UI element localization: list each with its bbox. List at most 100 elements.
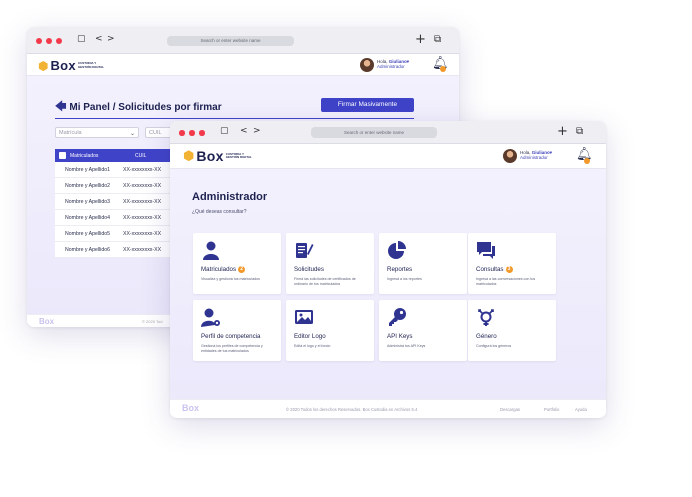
- back-icon[interactable]: <: [240, 127, 248, 136]
- tabs-icon[interactable]: ⧉: [576, 127, 583, 137]
- page-title-text: Mi Panel / Solicitudes por firmar: [69, 102, 222, 113]
- tabs-icon[interactable]: ⧉: [434, 35, 441, 45]
- row-name: Nombre y Apellido6: [65, 247, 110, 253]
- browser-titlebar: ▢ < > Search or enter website name + ⧉: [170, 121, 606, 144]
- sidebar-icon[interactable]: ▢: [77, 35, 86, 44]
- pie-chart-icon: [388, 241, 406, 259]
- card-description: Gestioná los perfiles de competencia y e…: [201, 344, 263, 353]
- url-bar[interactable]: Search or enter website name: [167, 36, 294, 46]
- forward-icon[interactable]: >: [107, 35, 115, 44]
- page-subtitle: ¿Qué deseas consultar?: [192, 209, 247, 215]
- card-title-text: Editor Logo: [294, 333, 326, 340]
- row-name: Nombre y Apellido2: [65, 183, 110, 189]
- box-logo[interactable]: ⬢ Box CUSTODIA Y GESTIÓN DIGITAL: [38, 58, 104, 73]
- avatar[interactable]: [503, 149, 517, 163]
- select-value: Matrícula: [59, 130, 82, 136]
- user-menu[interactable]: Hola, Giuliano▾ Administrador: [377, 59, 409, 69]
- column-header-cuil[interactable]: CUIL: [135, 153, 146, 159]
- card-api-keys[interactable]: API Keys Administrá tus API Keys: [379, 300, 467, 361]
- row-cuil: XX-xxxxxxxx-XX: [123, 215, 162, 221]
- card-title: Género: [476, 333, 497, 340]
- card-description: Ingresá a las conversaciones con tus mat…: [476, 277, 536, 286]
- avatar[interactable]: [360, 58, 374, 72]
- brand-name: Box: [50, 58, 76, 73]
- footer-link-descargas[interactable]: Descargas: [500, 407, 520, 412]
- row-name: Nombre y Apellido1: [65, 167, 110, 173]
- card-title-text: Matriculados: [201, 266, 237, 273]
- footer-link-portfolio[interactable]: Portfolio: [544, 407, 559, 412]
- card-title-text: Género: [476, 333, 497, 340]
- card-description: Configurá los géneros: [476, 344, 512, 348]
- brand-tagline-2: GESTIÓN DIGITAL: [225, 155, 252, 159]
- maximize-dot[interactable]: [199, 130, 205, 136]
- card-description: Administrá tus API Keys: [387, 344, 426, 348]
- card-title-text: Perfil de competencia: [201, 333, 261, 340]
- maximize-dot[interactable]: [56, 38, 62, 44]
- footer-logo: Box: [39, 317, 55, 326]
- card-title: Matriculados 2: [201, 266, 246, 273]
- card-reportes[interactable]: Reportes Ingresá a los reportes: [379, 233, 467, 294]
- footer-copyright: © 2020 Todos los derechos Reservados. Bo…: [286, 407, 418, 412]
- card-title: Reportes: [387, 266, 412, 273]
- card-consultas[interactable]: Consultas 3 Ingresá a las conversaciones …: [468, 233, 556, 294]
- row-name: Nombre y Apellido4: [65, 215, 110, 221]
- gender-icon: [478, 309, 494, 326]
- notification-badge: [584, 158, 590, 164]
- matricula-select[interactable]: Matrícula ⌄: [55, 127, 139, 138]
- row-name: Nombre y Apellido5: [65, 231, 110, 237]
- arrow-left-icon[interactable]: 🡄: [55, 98, 66, 117]
- back-icon[interactable]: <: [95, 35, 103, 44]
- card-title-text: Reportes: [387, 266, 413, 273]
- browser-titlebar: ▢ < > Search or enter website name + ⧉: [27, 27, 459, 54]
- close-dot[interactable]: [179, 130, 185, 136]
- cube-logo-icon: ⬢: [183, 148, 195, 164]
- row-cuil: XX-xxxxxxxx-XX: [123, 183, 162, 189]
- card-editor-logo[interactable]: Editor Logo Editá el logo y el fondo: [286, 300, 374, 361]
- brand-tagline-2: GESTIÓN DIGITAL: [77, 64, 105, 69]
- forward-icon[interactable]: >: [253, 127, 261, 136]
- document-sign-icon: [296, 243, 314, 258]
- user-menu[interactable]: Hola, Giuliano▾ Administrador: [520, 150, 552, 160]
- select-value-2: CUIL: [149, 130, 162, 136]
- close-dot[interactable]: [36, 38, 42, 44]
- minimize-dot[interactable]: [46, 38, 52, 44]
- card-genero[interactable]: Género Configurá los géneros: [468, 300, 556, 361]
- card-title-text: Consultas: [476, 266, 504, 273]
- select-all-checkbox[interactable]: [59, 152, 66, 159]
- card-solicitudes[interactable]: Solicitudes Firmá las solicitudes de cer…: [286, 233, 374, 294]
- box-logo[interactable]: ⬢ Box CUSTODIA Y GESTIÓN DIGITAL: [183, 148, 252, 164]
- card-title: Perfil de competencia: [201, 333, 261, 340]
- chevron-down-icon: ⌄: [129, 130, 135, 137]
- person-settings-icon: [201, 308, 220, 327]
- new-tab-icon[interactable]: +: [415, 33, 426, 46]
- page-title: 🡄 Mi Panel / Solicitudes por firmar: [55, 98, 222, 117]
- card-matriculados[interactable]: Matriculados 2 Visualizá y gestioná tus m…: [193, 233, 281, 294]
- card-perfil-competencia[interactable]: Perfil de competencia Gestioná los perfi…: [193, 300, 281, 361]
- footer-logo: Box: [182, 403, 200, 413]
- card-title: Solicitudes: [294, 266, 324, 273]
- sign-bulk-button[interactable]: Firmar Masivamente: [321, 98, 414, 112]
- page-title: Administrador: [192, 191, 268, 203]
- sidebar-icon[interactable]: ▢: [220, 127, 229, 136]
- card-title: Editor Logo: [294, 333, 326, 340]
- url-bar[interactable]: Search or enter website name: [311, 127, 437, 138]
- footer-link-ayuda[interactable]: Ayuda: [575, 407, 587, 412]
- chat-icon: [477, 242, 495, 259]
- user-role: Administrador: [377, 64, 405, 70]
- column-header-matriculados[interactable]: Matriculados: [70, 153, 98, 159]
- caret-down-icon: ▾: [549, 150, 553, 155]
- new-tab-icon[interactable]: +: [557, 125, 568, 138]
- card-description: Firmá las solicitudes de certificados de…: [294, 277, 356, 286]
- notification-badge: [440, 66, 446, 72]
- app-header: ⬢ Box CUSTODIA Y GESTIÓN DIGITAL Hola, G…: [170, 144, 606, 169]
- key-icon: [389, 308, 406, 326]
- count-badge: 2: [238, 266, 246, 273]
- row-name: Nombre y Apellido3: [65, 199, 110, 205]
- minimize-dot[interactable]: [189, 130, 195, 136]
- card-title: Consultas 3: [476, 266, 513, 273]
- brand-name: Box: [196, 148, 224, 164]
- footer: Box © 2020 Todos los derechos Reservados…: [170, 399, 606, 418]
- divider: [55, 118, 414, 119]
- footer-copyright: © 2020 Tod: [142, 319, 163, 324]
- person-icon: [203, 241, 219, 260]
